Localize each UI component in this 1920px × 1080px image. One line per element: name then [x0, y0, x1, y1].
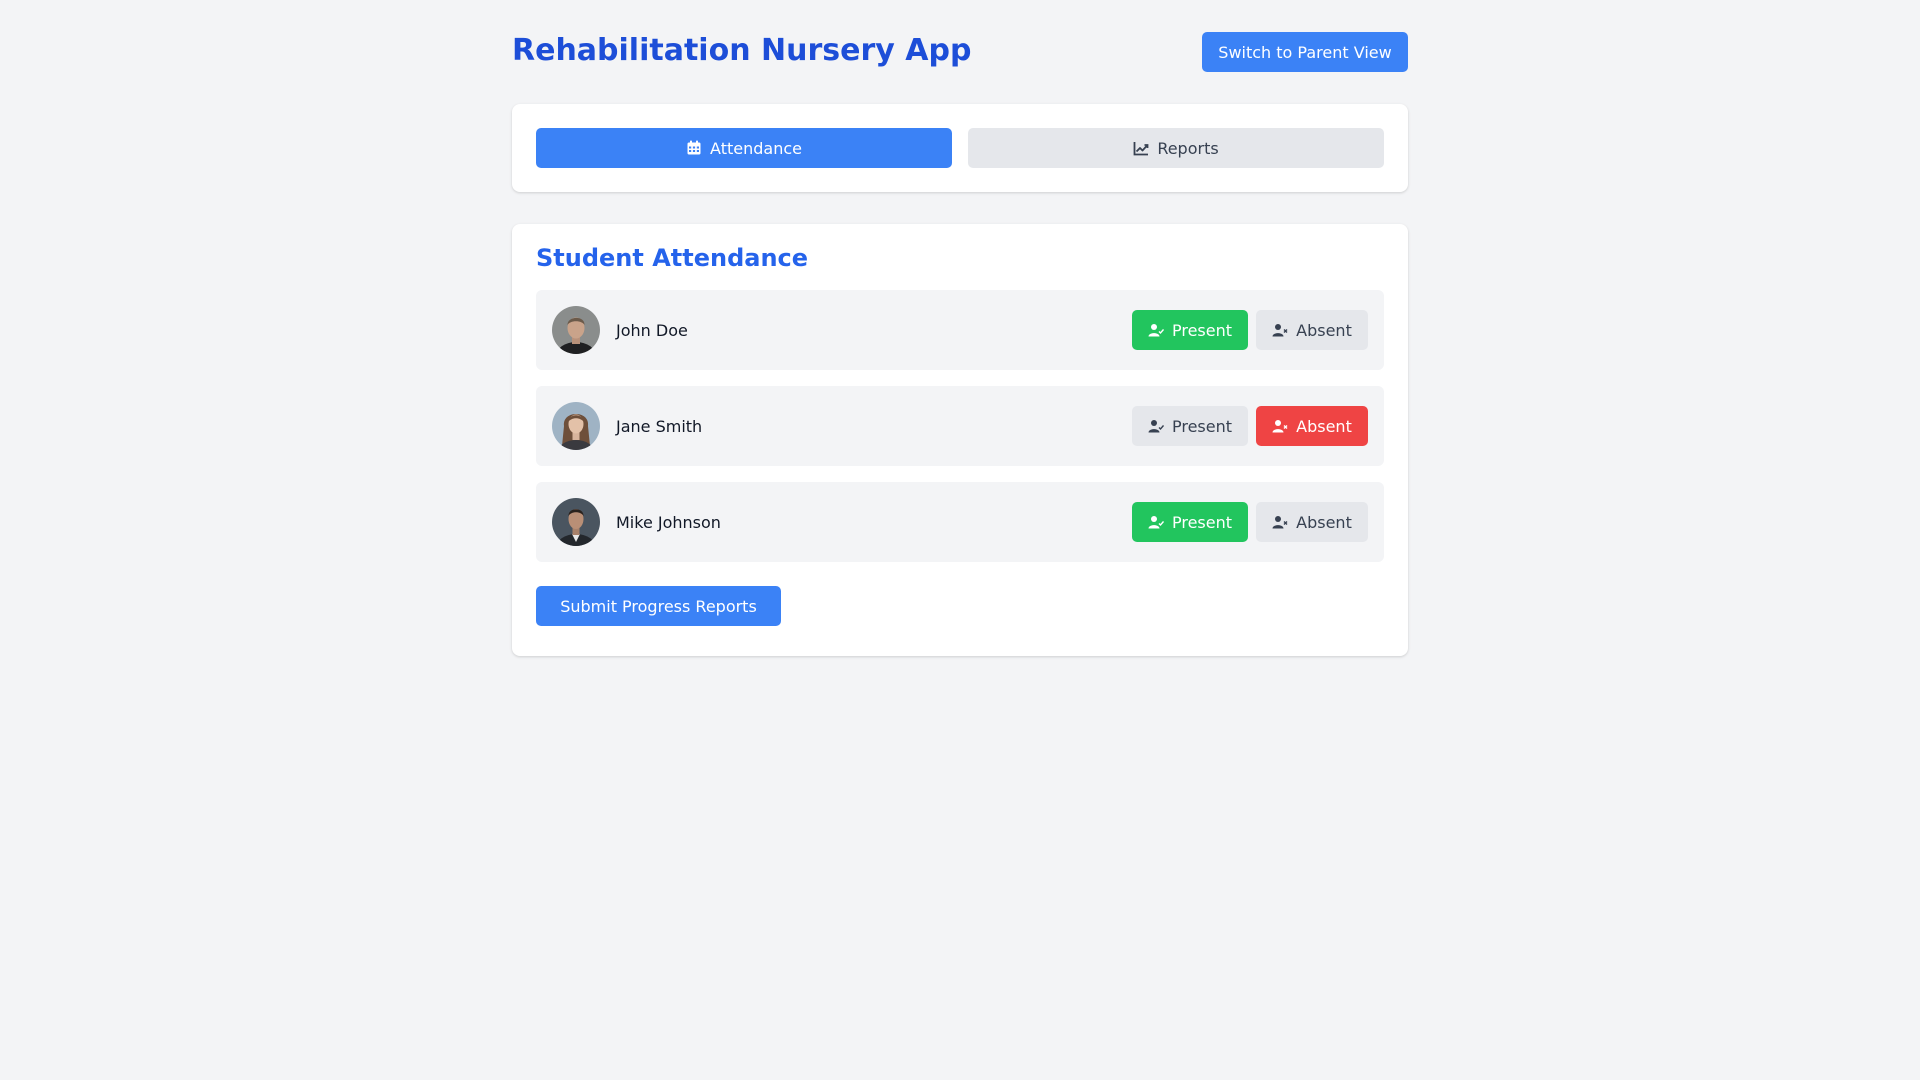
present-button[interactable]: Present — [1132, 502, 1248, 542]
tab-reports[interactable]: Reports — [968, 128, 1384, 168]
student-row: Mike Johnson Present Absent — [536, 482, 1384, 562]
tab-attendance-label: Attendance — [710, 138, 802, 158]
attendance-status-toggle: Present Absent — [1132, 310, 1368, 350]
avatar-photo — [552, 498, 600, 546]
absent-button[interactable]: Absent — [1256, 406, 1368, 446]
tab-reports-label: Reports — [1157, 138, 1219, 158]
header: Rehabilitation Nursery App Switch to Par… — [512, 0, 1408, 104]
tab-attendance[interactable]: Attendance — [536, 128, 952, 168]
present-label: Present — [1171, 416, 1233, 436]
user-check-icon — [1148, 324, 1164, 337]
student-name: John Doe — [616, 320, 688, 340]
absent-button[interactable]: Absent — [1256, 502, 1368, 542]
calendar-icon — [687, 140, 701, 155]
absent-label: Absent — [1296, 320, 1352, 340]
present-button[interactable]: Present — [1132, 406, 1248, 446]
avatar — [552, 498, 600, 546]
switch-to-parent-view-button[interactable]: Switch to Parent View — [1202, 32, 1408, 72]
present-label: Present — [1171, 320, 1233, 340]
user-x-icon — [1272, 324, 1288, 337]
student-row: John Doe Present Absent — [536, 290, 1384, 370]
section-title: Student Attendance — [536, 244, 809, 272]
student-name: Jane Smith — [616, 416, 703, 436]
avatar — [552, 306, 600, 354]
attendance-status-toggle: Present Absent — [1132, 502, 1368, 542]
present-button[interactable]: Present — [1132, 310, 1248, 350]
absent-label: Absent — [1296, 416, 1352, 436]
user-check-icon — [1148, 420, 1164, 433]
avatar-photo — [552, 402, 600, 450]
app-title: Rehabilitation Nursery App — [512, 33, 972, 68]
avatar-photo — [552, 306, 600, 354]
user-x-icon — [1272, 516, 1288, 529]
student-list: John Doe Present Absent Jane Smith Prese… — [536, 290, 1384, 562]
submit-progress-reports-button[interactable]: Submit Progress Reports — [536, 586, 781, 626]
attendance-status-toggle: Present Absent — [1132, 406, 1368, 446]
absent-button[interactable]: Absent — [1256, 310, 1368, 350]
user-check-icon — [1148, 516, 1164, 529]
user-x-icon — [1272, 420, 1288, 433]
attendance-panel: Student Attendance John Doe Present Abse… — [512, 224, 1408, 656]
present-label: Present — [1171, 512, 1233, 532]
tab-bar: Attendance Reports — [512, 104, 1408, 192]
chart-line-icon — [1133, 142, 1149, 156]
avatar — [552, 402, 600, 450]
absent-label: Absent — [1296, 512, 1352, 532]
app-container: Rehabilitation Nursery App Switch to Par… — [512, 0, 1408, 656]
student-name: Mike Johnson — [616, 512, 721, 532]
student-row: Jane Smith Present Absent — [536, 386, 1384, 466]
